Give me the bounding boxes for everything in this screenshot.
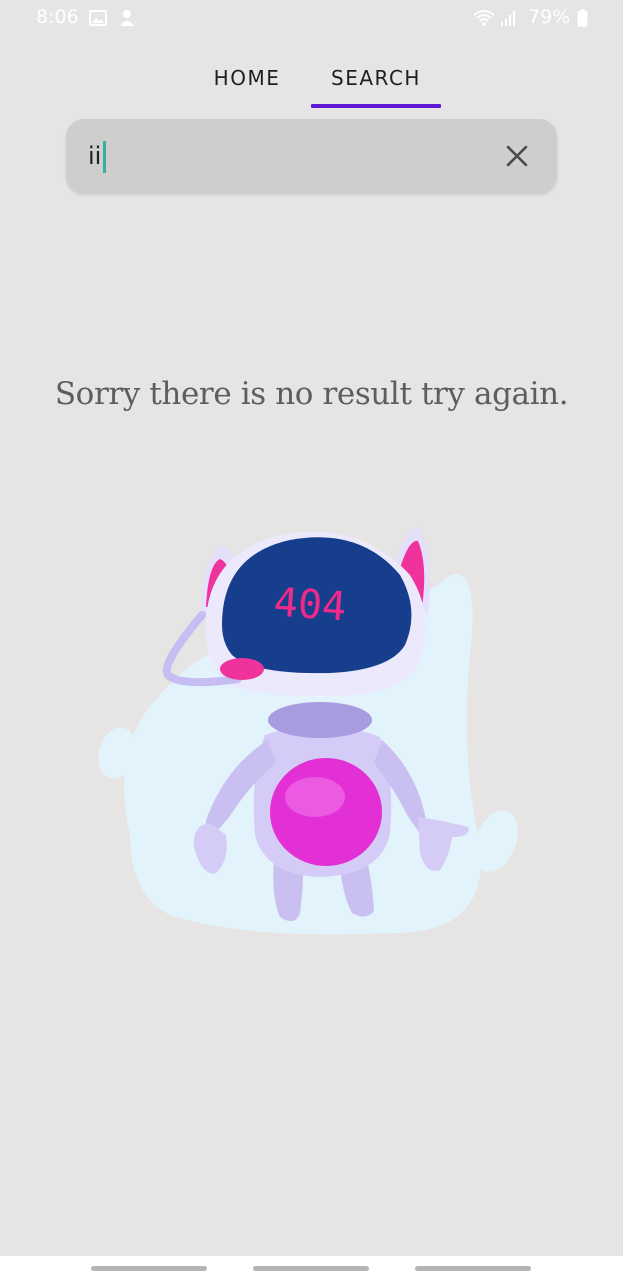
nav-home-handle[interactable]	[253, 1266, 369, 1271]
battery-icon	[577, 9, 588, 27]
signal-icon	[501, 11, 515, 26]
no-results-message: Sorry there is no result try again.	[54, 376, 569, 412]
robot-404-text: 404	[272, 580, 347, 631]
robot-404-illustration: 404	[98, 526, 518, 935]
tab-search[interactable]: SEARCH	[311, 48, 441, 108]
status-bar: 8:06 79%	[0, 0, 623, 36]
battery-percent: 79%	[528, 6, 571, 28]
notification-icon	[120, 10, 134, 26]
clear-search-button[interactable]	[496, 135, 538, 177]
system-nav-bar	[0, 1256, 623, 1280]
wifi-icon	[473, 10, 495, 26]
text-cursor	[103, 141, 106, 173]
tab-home[interactable]: HOME	[182, 48, 312, 108]
nav-back-handle[interactable]	[91, 1266, 207, 1271]
nav-recents-handle[interactable]	[415, 1266, 531, 1271]
active-tab-indicator	[311, 104, 441, 108]
status-time: 8:06	[36, 6, 79, 28]
search-bar	[66, 119, 557, 193]
close-icon	[506, 145, 528, 167]
tab-bar: HOME SEARCH	[0, 48, 623, 110]
search-input[interactable]	[88, 135, 468, 177]
gallery-icon	[89, 10, 107, 26]
